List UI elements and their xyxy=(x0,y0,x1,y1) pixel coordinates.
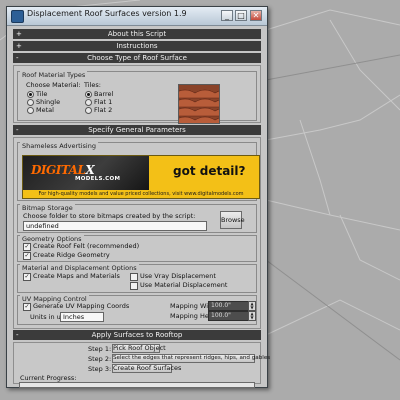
units-field[interactable]: Inches xyxy=(60,312,104,322)
ad-tagline: For high-quality models and value priced… xyxy=(23,190,259,198)
app-icon xyxy=(11,10,24,23)
rollout-about-label: About this Script xyxy=(107,30,167,38)
group-label: Material and Displacement Options xyxy=(20,264,139,272)
ad-logo-panel: DIGITALX MODELS.COM xyxy=(23,156,149,190)
create-maps-label: Create Maps and Materials xyxy=(33,272,120,280)
ad-logo-sub: MODELS.COM xyxy=(75,176,121,182)
generate-uv-checkbox[interactable]: ✓ xyxy=(23,303,31,311)
ridge-geometry-checkbox[interactable]: ✓ xyxy=(23,252,31,260)
tile-label-flat-1: Flat 1 xyxy=(94,98,113,106)
close-button[interactable]: ✕ xyxy=(250,10,262,21)
roof-felt-label: Create Roof Felt (recommended) xyxy=(33,242,140,250)
tile-label-barrel: Barrel xyxy=(94,90,114,98)
window-title: Displacement Roof Surfaces version 1.9 xyxy=(27,9,187,18)
collapse-icon: - xyxy=(16,331,19,339)
material-displacement-label: Use Material Displacement xyxy=(140,281,228,289)
browse-button[interactable]: Browse xyxy=(220,211,245,229)
rollout-general-params[interactable]: - Specify General Parameters xyxy=(13,125,261,135)
mapping-width-spinner[interactable]: 100.0" xyxy=(208,301,250,311)
ridge-geometry-label: Create Ridge Geometry xyxy=(33,251,110,259)
roof-felt-checkbox[interactable]: ✓ xyxy=(23,243,31,251)
material-label-metal: Metal xyxy=(36,106,54,114)
general-params-panel: Shameless Advertising DIGITALX MODELS.CO… xyxy=(13,137,261,329)
title-bar[interactable]: Displacement Roof Surfaces version 1.9 _… xyxy=(7,7,267,26)
tiles-heading: Tiles: xyxy=(84,81,101,89)
progress-label: Current Progress: xyxy=(20,374,77,382)
minimize-button[interactable]: _ xyxy=(221,10,233,21)
create-roof-surfaces-button[interactable]: Create Roof Surfaces xyxy=(112,364,181,373)
bitmap-storage-group: Bitmap Storage Choose folder to store bi… xyxy=(17,204,257,233)
spinner-arrows-icon[interactable]: ▲ ▼ xyxy=(248,311,256,321)
rollout-about[interactable]: + About this Script xyxy=(13,29,261,39)
maximize-button[interactable]: □ xyxy=(235,10,247,21)
material-displacement-group: Material and Displacement Options ✓ Crea… xyxy=(17,264,257,293)
material-displacement-checkbox[interactable] xyxy=(130,282,138,290)
advertising-group: Shameless Advertising DIGITALX MODELS.CO… xyxy=(17,142,260,201)
bitmap-prompt: Choose folder to store bitmaps created b… xyxy=(23,212,196,220)
select-edges-button[interactable]: Select the edges that represent ridges, … xyxy=(112,354,270,363)
tile-preview-image xyxy=(178,84,220,124)
pick-roof-object-button[interactable]: Pick Roof Object xyxy=(112,344,166,353)
geometry-options-group: Geometry Options ✓ Create Roof Felt (rec… xyxy=(17,235,257,262)
progress-bar xyxy=(19,382,255,388)
vray-displacement-label: Use Vray Displacement xyxy=(140,272,216,280)
group-label: Bitmap Storage xyxy=(20,204,75,212)
tile-radio-flat-1[interactable] xyxy=(85,99,92,106)
expand-icon: + xyxy=(16,42,22,50)
generate-uv-label: Generate UV Mapping Coords xyxy=(33,302,130,310)
rollout-apply-label: Apply Surfaces to Rooftop xyxy=(91,331,183,339)
group-label: Roof Material Types xyxy=(20,71,88,79)
material-label-shingle: Shingle xyxy=(36,98,61,106)
uv-mapping-group: UV Mapping Control ✓ Generate UV Mapping… xyxy=(17,295,257,325)
material-radio-tile[interactable] xyxy=(27,91,34,98)
collapse-icon: - xyxy=(16,54,19,62)
create-maps-checkbox[interactable]: ✓ xyxy=(23,273,31,281)
rollout-choose-type[interactable]: - Choose Type of Roof Surface xyxy=(13,53,261,63)
material-radio-metal[interactable] xyxy=(27,107,34,114)
step3-label: Step 3: xyxy=(88,365,112,373)
rollout-instructions-label: Instructions xyxy=(116,42,158,50)
mapping-height-spinner[interactable]: 100.0" xyxy=(208,311,250,321)
step2-label: Step 2: xyxy=(88,355,112,363)
vray-displacement-checkbox[interactable] xyxy=(130,273,138,281)
ad-banner[interactable]: DIGITALX MODELS.COM got detail? For high… xyxy=(22,155,260,199)
collapse-icon: - xyxy=(16,126,19,134)
rollout-apply[interactable]: - Apply Surfaces to Rooftop xyxy=(13,330,261,340)
ad-headline: got detail? xyxy=(173,164,246,178)
spinner-arrows-icon[interactable]: ▲ ▼ xyxy=(248,301,256,311)
rollout-choose-type-label: Choose Type of Roof Surface xyxy=(87,54,187,62)
rollout-general-params-label: Specify General Parameters xyxy=(88,126,186,134)
step1-label: Step 1: xyxy=(88,345,112,353)
tile-label-flat-2: Flat 2 xyxy=(94,106,113,114)
material-radio-shingle[interactable] xyxy=(27,99,34,106)
bitmap-path-field[interactable]: undefined xyxy=(23,221,207,231)
material-heading: Choose Material: xyxy=(26,81,81,89)
expand-icon: + xyxy=(16,30,22,38)
roof-material-types-group: Roof Material Types Choose Material: Til… xyxy=(17,71,257,121)
rollout-instructions[interactable]: + Instructions xyxy=(13,41,261,51)
apply-panel: Step 1: Pick Roof Object Step 2: Select … xyxy=(13,342,270,384)
tile-radio-barrel[interactable] xyxy=(85,91,92,98)
material-label-tile: Tile xyxy=(36,90,48,98)
ad-logo: DIGITALX xyxy=(31,163,95,177)
choose-type-panel: Roof Material Types Choose Material: Til… xyxy=(13,65,261,124)
group-label: Shameless Advertising xyxy=(20,142,98,150)
tile-radio-flat-2[interactable] xyxy=(85,107,92,114)
script-window: Displacement Roof Surfaces version 1.9 _… xyxy=(6,6,270,388)
